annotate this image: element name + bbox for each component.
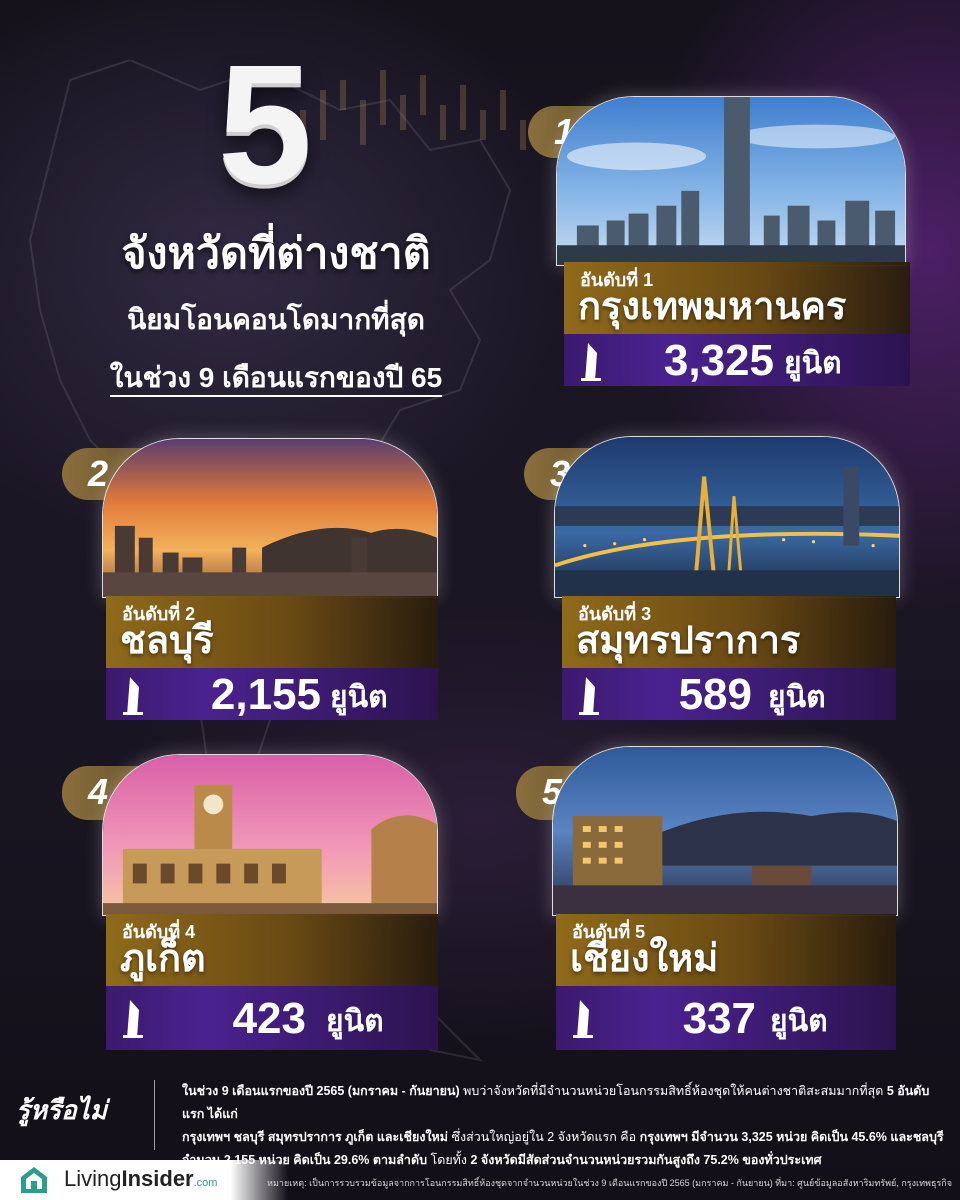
tower-icon [123, 1000, 143, 1038]
logo-wordmark: LivingInsider.com [64, 1166, 218, 1191]
unit-count: 423 [232, 994, 306, 1043]
source-footnote: หมายเหตุ: เป็นการรวบรวมข้อมูลจากการโอนกร… [267, 1178, 952, 1188]
tower-icon [581, 343, 601, 381]
rank-strip-4: อันดับที่ 4 ภูเก็ต [106, 914, 438, 986]
unit-count: 2,155 [210, 670, 321, 719]
unit-label: ยูนิต [770, 1005, 828, 1038]
unit-bar-1: 3,325 ยูนิต [564, 334, 910, 386]
did-you-know-title: รู้หรือไม่ [16, 1095, 107, 1125]
rank-strip-2: อันดับที่ 2 ชลบุรี [106, 596, 438, 668]
bangkok-skyline-photo [556, 96, 906, 266]
province-name: ภูเก็ต [120, 938, 206, 980]
unit-bar-4: 423 ยูนิต [106, 986, 438, 1050]
headline-period: ในช่วง 9 เดือนแรกของปี 65 [56, 356, 496, 400]
tower-icon [123, 677, 143, 715]
headline-subtitle: นิยมโอนคอนโดมากที่สุด [127, 304, 425, 335]
unit-label: ยูนิต [768, 681, 826, 714]
chiang-mai-city-photo [552, 746, 898, 916]
phuket-clocktower-photo [102, 754, 438, 916]
chonburi-sunset-photo [102, 438, 438, 598]
rank-strip-1: อันดับที่ 1 กรุงเทพมหานคร [564, 262, 910, 334]
unit-label: ยูนิต [784, 347, 842, 380]
did-you-know-text: ในช่วง 9 เดือนแรกของปี 2565 (มกราคม - กั… [182, 1080, 944, 1172]
info-line-1: ในช่วง 9 เดือนแรกของปี 2565 (มกราคม - กั… [182, 1084, 930, 1121]
living-insider-logo[interactable]: LivingInsider.com [16, 1162, 226, 1198]
headline-big-number: 5 [217, 30, 313, 220]
province-name: กรุงเทพมหานคร [578, 286, 847, 328]
rank-strip-5: อันดับที่ 5 เชียงใหม่ [556, 914, 896, 986]
tower-icon [573, 1000, 593, 1038]
unit-count: 3,325 [663, 336, 774, 385]
unit-bar-3: 589 ยูนิต [562, 668, 896, 720]
info-line-2: กรุงเทพฯ ชลบุรี สมุทรปราการ ภูเก็ต และเช… [182, 1130, 944, 1144]
province-name: ชลบุรี [120, 620, 214, 662]
unit-bar-5: 337 ยูนิต [556, 986, 896, 1050]
divider [154, 1080, 155, 1150]
province-name: สมุทรปราการ [576, 620, 801, 662]
headline-title: จังหวัดที่ต่างชาติ [121, 230, 431, 278]
province-name: เชียงใหม่ [570, 938, 719, 980]
unit-count: 589 [678, 670, 752, 719]
samut-prakan-bridge-photo [554, 436, 900, 598]
unit-count: 337 [682, 994, 756, 1043]
unit-bar-2: 2,155 ยูนิต [106, 668, 438, 720]
unit-label: ยูนิต [330, 681, 388, 714]
rank-strip-3: อันดับที่ 3 สมุทรปราการ [562, 596, 896, 668]
tower-icon [579, 677, 599, 715]
unit-label: ยูนิต [326, 1005, 384, 1038]
house-logo-icon [21, 1167, 47, 1193]
